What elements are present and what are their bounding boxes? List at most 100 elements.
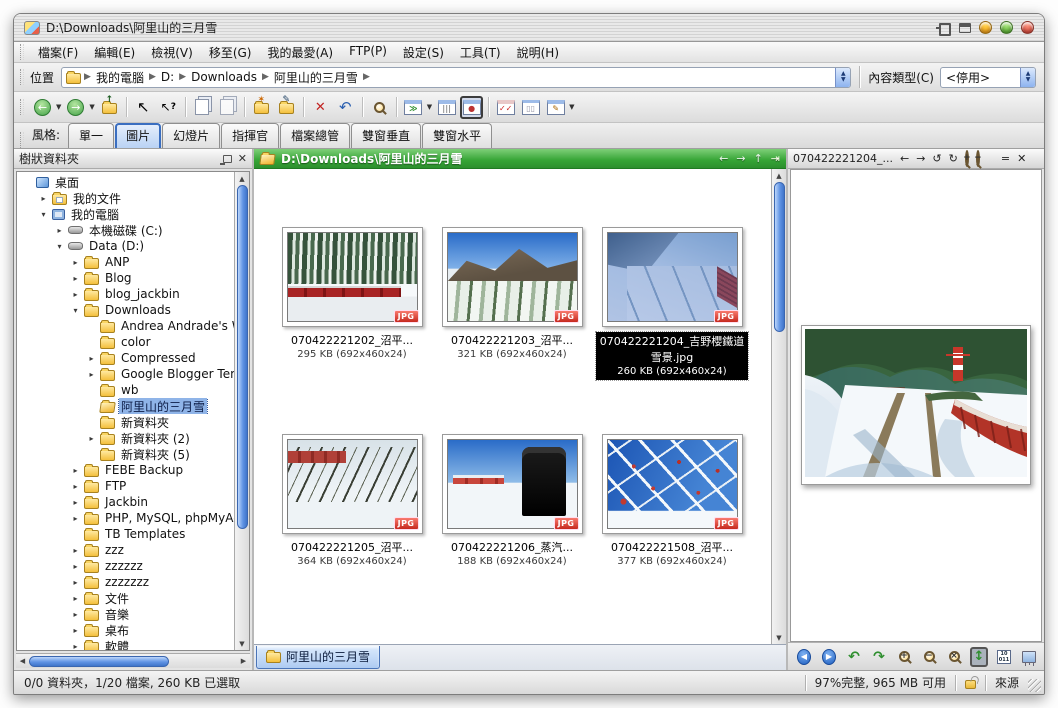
tree-expander-icon[interactable]: ▸ — [55, 226, 64, 235]
thumbnail-image[interactable] — [287, 232, 418, 322]
rotate-ccw-icon[interactable]: ↺ — [932, 153, 941, 164]
tree-item[interactable]: ▸ 文件 — [17, 590, 234, 606]
tree-item[interactable]: ▸ PHP, MySQL, phpMyAdmin — [17, 510, 234, 526]
tree-horizontal-scrollbar[interactable]: ◀ ▶ — [16, 653, 250, 668]
tree-item-label[interactable]: FEBE Backup — [103, 463, 185, 477]
rotate-left-button[interactable]: ↶ — [845, 647, 863, 667]
close-preview-icon[interactable]: ✕ — [1017, 153, 1026, 164]
tree-item-label[interactable]: Jackbin — [103, 495, 150, 509]
back-dropdown-icon[interactable]: ▼ — [56, 103, 61, 111]
next-image-icon[interactable]: → — [916, 153, 925, 164]
menu-item[interactable]: 設定(S) — [395, 42, 452, 63]
tree-item-label[interactable]: 我的電腦 — [69, 206, 121, 222]
style-tab-0[interactable]: 單一 — [68, 123, 114, 148]
file-label[interactable]: 070422221205_沼平... 364 KB (692x460x24) — [272, 539, 432, 567]
tree-expander-icon[interactable]: ▸ — [71, 578, 80, 587]
file-label[interactable]: 070422221202_沼平... 295 KB (692x460x24) — [272, 332, 432, 360]
menu-item[interactable]: 移至(G) — [201, 42, 260, 63]
tree-item-label[interactable]: Downloads — [103, 303, 173, 317]
tree-item-label[interactable]: 本機磁碟 (C:) — [87, 222, 165, 238]
tree-item[interactable]: 桌面 — [17, 174, 234, 190]
tree-item[interactable]: ▸ ANP — [17, 254, 234, 270]
tree-item[interactable]: TB Templates — [17, 526, 234, 542]
tree-item-label[interactable]: 新資料夾 (5) — [119, 446, 192, 462]
scrollbar-thumb[interactable] — [237, 185, 248, 529]
tree-item-label[interactable]: Blog — [103, 271, 134, 285]
style-tab-4[interactable]: 檔案總管 — [280, 123, 350, 148]
tree-item[interactable]: ▸ Google Blogger Temp — [17, 366, 234, 382]
zoom-out-icon[interactable]: − — [976, 153, 980, 164]
thumbnail-card[interactable]: JPG — [442, 434, 583, 534]
zoom-in-icon[interactable]: + — [965, 153, 969, 164]
tree-item[interactable]: ▸ FEBE Backup — [17, 462, 234, 478]
menu-item[interactable]: 編輯(E) — [86, 42, 143, 63]
file-item[interactable]: JPG 070422221508_沼平... 377 KB (692x460x2… — [592, 434, 752, 641]
tree-expander-icon[interactable]: ▸ — [71, 482, 80, 491]
scroll-right-icon[interactable]: ▶ — [237, 655, 250, 668]
copy-button[interactable] — [191, 96, 214, 119]
tree-item-label[interactable]: color — [119, 335, 153, 349]
tree-expander-icon[interactable]: ▸ — [87, 370, 96, 379]
scroll-left-icon[interactable]: ◀ — [16, 655, 29, 668]
tree-item-label[interactable]: blog_jackbin — [103, 287, 182, 301]
back-button[interactable]: ← — [31, 96, 54, 119]
tab-current-folder[interactable]: 阿里山的三月雪 — [256, 646, 380, 669]
thumbnail-image[interactable] — [447, 439, 578, 529]
tree-expander-icon[interactable]: ▸ — [71, 274, 80, 283]
thumbnail-card[interactable]: JPG — [442, 227, 583, 327]
tree-item[interactable]: ▸ Compressed — [17, 350, 234, 366]
content-type-combo[interactable]: <停用> ▲▼ — [940, 67, 1036, 88]
pin-window-icon[interactable] — [936, 22, 951, 33]
tree-item[interactable]: ▸ 本機磁碟 (C:) — [17, 222, 234, 238]
minimize-button[interactable] — [979, 21, 992, 34]
title-bar[interactable]: D:\Downloads\阿里山的三月雪 — [14, 14, 1044, 42]
tree-item-label[interactable]: Data (D:) — [87, 239, 146, 253]
tree-expander-icon[interactable]: ▸ — [71, 562, 80, 571]
slideshow-button[interactable]: ≫ — [402, 96, 425, 119]
tree-expander-icon[interactable]: ▾ — [71, 306, 80, 315]
file-item[interactable]: JPG 070422221205_沼平... 364 KB (692x460x2… — [272, 434, 432, 641]
scroll-up-icon[interactable]: ▲ — [773, 169, 786, 182]
tree-item[interactable]: 新資料夾 — [17, 414, 234, 430]
tree-item[interactable]: ▸ Jackbin — [17, 494, 234, 510]
last-image-button[interactable]: ▶ — [820, 647, 838, 667]
tree-item[interactable]: color — [17, 334, 234, 350]
rotate-right-button[interactable]: ↷ — [870, 647, 888, 667]
file-item[interactable]: JPG 070422221206_蒸汽... 188 KB (692x460x2… — [432, 434, 592, 641]
tree-item[interactable]: ▸ 我的文件 — [17, 190, 234, 206]
delete-button[interactable]: ✕ — [309, 96, 332, 119]
batch-check-button[interactable]: ✓✓ — [494, 96, 517, 119]
tree-item-label[interactable]: Andrea Andrade's Wa — [119, 319, 234, 333]
thumbnail-card[interactable]: JPG — [602, 227, 743, 327]
tree-item[interactable]: wb — [17, 382, 234, 398]
file-label[interactable]: 070422221508_沼平... 377 KB (692x460x24) — [592, 539, 752, 567]
style-tab-3[interactable]: 指揮官 — [221, 123, 279, 148]
tree-item[interactable]: 阿里山的三月雪 — [17, 398, 234, 414]
scroll-down-icon[interactable]: ▼ — [773, 631, 786, 644]
content-type-spinner[interactable]: ▲▼ — [1020, 68, 1035, 87]
new-folder-button[interactable]: ✶ — [250, 96, 273, 119]
file-item[interactable]: JPG 070422221202_沼平... 295 KB (692x460x2… — [272, 227, 432, 434]
tree-item[interactable]: ▸ zzzzzz — [17, 558, 234, 574]
tree-item-label[interactable]: zzz — [103, 543, 126, 557]
tree-item-label[interactable]: PHP, MySQL, phpMyAdmin — [103, 511, 234, 525]
tree-expander-icon[interactable]: ▸ — [39, 194, 48, 203]
tree-item-label[interactable]: 桌面 — [53, 174, 81, 190]
tree-item-label[interactable]: 新資料夾 — [119, 414, 171, 430]
menu-item[interactable]: 檢視(V) — [143, 42, 201, 63]
view-thumbnails-button[interactable]: ● — [460, 96, 483, 119]
edit-image-button[interactable]: ✎ — [544, 96, 567, 119]
select-pointer-button[interactable]: ↖ — [132, 96, 155, 119]
scrollbar-thumb[interactable] — [29, 656, 169, 667]
maximize-button[interactable] — [1000, 21, 1013, 34]
first-image-button[interactable]: ◀ — [795, 647, 813, 667]
scroll-down-icon[interactable]: ▼ — [236, 637, 249, 650]
address-field[interactable]: ▶我的電腦▶D:▶Downloads▶阿里山的三月雪▶ ▲▼ — [61, 67, 851, 88]
file-label[interactable]: 070422221204_吉野櫻鐵道雪景.jpg 260 KB (692x460… — [596, 332, 748, 380]
rotate-cw-icon[interactable]: ↻ — [949, 153, 958, 164]
tree-expander-icon[interactable]: ▸ — [71, 498, 80, 507]
tree-item[interactable]: ▸ zzz — [17, 542, 234, 558]
undo-button[interactable]: ↶ — [334, 96, 357, 119]
tree-item[interactable]: 新資料夾 (5) — [17, 446, 234, 462]
tree-expander-icon[interactable]: ▸ — [71, 290, 80, 299]
